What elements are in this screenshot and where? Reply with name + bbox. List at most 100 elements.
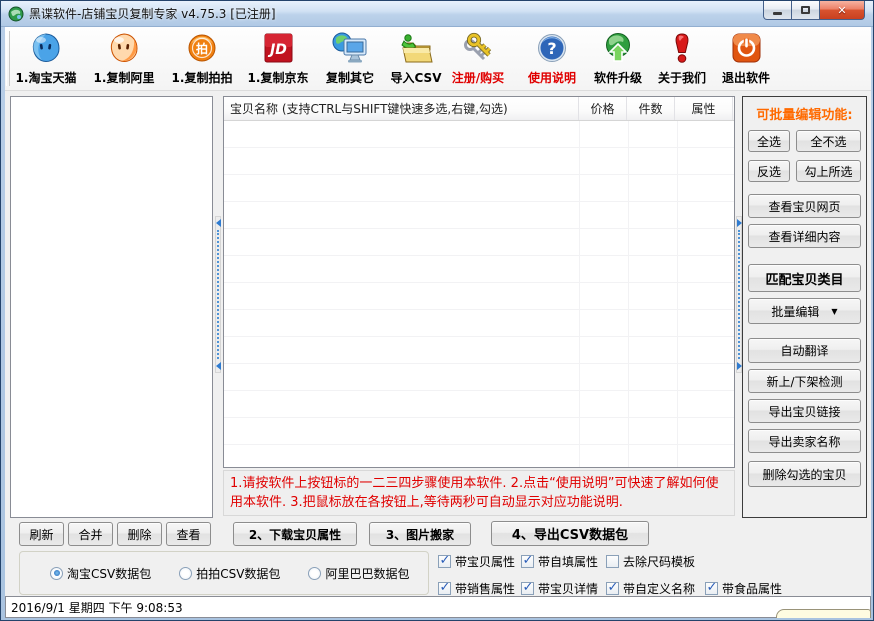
batch-edit-label: 批量编辑 bbox=[771, 304, 820, 319]
column-header-attr[interactable]: 属性 bbox=[675, 97, 733, 120]
checkbox-icon bbox=[606, 555, 619, 568]
toolbar-button-copy-paipai[interactable]: 拍 1.复制拍拍 bbox=[163, 29, 241, 89]
column-attr-label: 属性 bbox=[691, 102, 716, 116]
checkbox-custom-name[interactable]: 带自定义名称 bbox=[606, 580, 695, 597]
checkbox-label: 带宝贝详情 bbox=[538, 582, 599, 596]
toolbar-label: 使用说明 bbox=[527, 71, 576, 85]
toolbar-button-copy-ali[interactable]: 1.复制阿里 bbox=[85, 29, 163, 89]
close-icon: ✕ bbox=[837, 3, 847, 17]
radio-button-icon bbox=[179, 566, 193, 580]
toolbar-label: 软件升级 bbox=[593, 71, 642, 85]
checkbox-item-detail[interactable]: 带宝贝详情 bbox=[521, 580, 598, 597]
checkbox-food-attrs[interactable]: 带食品属性 bbox=[705, 580, 782, 597]
export-links-button[interactable]: 导出宝贝链接 bbox=[748, 399, 861, 423]
select-none-button[interactable]: 全不选 bbox=[796, 130, 861, 152]
auto-translate-button[interactable]: 自动翻译 bbox=[748, 338, 861, 363]
match-category-button[interactable]: 匹配宝贝类目 bbox=[748, 264, 861, 292]
checkbox-label: 带自填属性 bbox=[538, 555, 599, 569]
radio-paipai-csv[interactable]: 拍拍CSV数据包 bbox=[179, 565, 280, 582]
checkbox-sales-attrs[interactable]: 带销售属性 bbox=[438, 580, 515, 597]
chevron-down-icon: ▼ bbox=[831, 306, 838, 316]
checkbox-item-attrs[interactable]: 带宝贝属性 bbox=[438, 553, 515, 570]
left-splitter[interactable] bbox=[214, 96, 222, 518]
radio-taobao-csv[interactable]: 淘宝CSV数据包 bbox=[50, 565, 151, 582]
radio-alibaba[interactable]: 阿里巴巴数据包 bbox=[308, 565, 409, 582]
merge-button[interactable]: 合并 bbox=[68, 522, 113, 546]
column-qty-label: 件数 bbox=[638, 102, 663, 116]
exclamation-icon bbox=[667, 29, 697, 67]
step3-image-move-button[interactable]: 3、图片搬家 bbox=[369, 522, 471, 546]
delete-button[interactable]: 删除 bbox=[117, 522, 162, 546]
view-item-page-button[interactable]: 查看宝贝网页 bbox=[748, 194, 861, 218]
minimize-button[interactable] bbox=[763, 1, 792, 20]
toolbar-button-exit[interactable]: 退出软件 bbox=[707, 29, 785, 89]
checkbox-remove-size-template[interactable]: 去除尺码模板 bbox=[606, 553, 695, 570]
maximize-icon bbox=[801, 6, 810, 14]
question-icon: ? bbox=[535, 29, 569, 67]
splitter-dots bbox=[738, 230, 740, 359]
window-title: 黑谍软件-店铺宝贝复制专家 v4.75.3 [已注册] bbox=[29, 7, 276, 21]
main-toolbar: 1.淘宝天猫 1.复制阿里 拍 1.复制拍拍 JD 1.复制京东 复制其它 导入… bbox=[5, 27, 871, 91]
toolbar-button-taobao-tmall[interactable]: 1.淘宝天猫 bbox=[7, 29, 85, 89]
column-header-name[interactable]: 宝贝名称 (支持CTRL与SHIFT键快速多选,右键,勾选) bbox=[224, 97, 579, 120]
refresh-button[interactable]: 刷新 bbox=[19, 522, 64, 546]
checkbox-self-fill-attrs[interactable]: 带自填属性 bbox=[521, 553, 598, 570]
toolbar-button-register-buy[interactable]: 注册/购买 bbox=[439, 29, 517, 89]
collapse-left-icon bbox=[215, 219, 221, 227]
export-sellers-button[interactable]: 导出卖家名称 bbox=[748, 429, 861, 453]
toolbar-label: 退出软件 bbox=[721, 71, 770, 85]
item-list[interactable]: 宝贝名称 (支持CTRL与SHIFT键快速多选,右键,勾选) 价格 件数 属性 bbox=[223, 96, 735, 468]
shelf-check-button[interactable]: 新上/下架检测 bbox=[748, 369, 861, 393]
tooltip-balloon bbox=[776, 609, 871, 618]
globe-up-arrow-icon bbox=[601, 29, 635, 67]
power-icon bbox=[729, 29, 763, 67]
list-body[interactable] bbox=[224, 121, 734, 467]
export-format-group: 淘宝CSV数据包 拍拍CSV数据包 阿里巴巴数据包 bbox=[19, 551, 429, 595]
sidebar-title: 可批量编辑功能: bbox=[756, 108, 853, 123]
collapse-right-icon bbox=[736, 362, 742, 370]
maximize-button[interactable] bbox=[792, 1, 820, 20]
shop-tree-panel[interactable] bbox=[10, 96, 213, 518]
checkbox-icon bbox=[438, 580, 451, 595]
radio-label: 淘宝CSV数据包 bbox=[67, 566, 152, 581]
column-divider bbox=[677, 121, 678, 467]
toolbar-label: 1.复制阿里 bbox=[93, 71, 155, 85]
close-button[interactable]: ✕ bbox=[820, 1, 865, 20]
client-area: 1.淘宝天猫 1.复制阿里 拍 1.复制拍拍 JD 1.复制京东 复制其它 导入… bbox=[5, 27, 871, 618]
step2-download-attrs-button[interactable]: 2、下载宝贝属性 bbox=[233, 522, 357, 546]
view-detail-button[interactable]: 查看详细内容 bbox=[748, 224, 861, 248]
invert-selection-button[interactable]: 反选 bbox=[748, 160, 790, 182]
jd-icon: JD bbox=[261, 29, 295, 67]
caption-buttons: ✕ bbox=[763, 1, 865, 20]
select-all-button[interactable]: 全选 bbox=[748, 130, 790, 152]
toolbar-label: 复制其它 bbox=[325, 71, 374, 85]
checkbox-icon bbox=[705, 580, 718, 595]
toolbar-label: 导入CSV bbox=[390, 71, 442, 85]
paipai-glyph: 拍 bbox=[196, 41, 208, 56]
ali-wangwang-icon bbox=[106, 29, 142, 67]
batch-edit-dropdown[interactable]: 批量编辑 ▼ bbox=[748, 298, 861, 324]
taobao-wangwang-icon bbox=[28, 29, 64, 67]
column-divider bbox=[628, 121, 629, 467]
radio-button-icon bbox=[308, 566, 322, 580]
batch-edit-sidebar: 可批量编辑功能: 全选 全不选 反选 勾上所选 查看宝贝网页 查看详细内容 匹配… bbox=[742, 96, 867, 518]
check-selected-button[interactable]: 勾上所选 bbox=[796, 160, 861, 182]
title-bar[interactable]: 黑谍软件-店铺宝贝复制专家 v4.75.3 [已注册] ✕ bbox=[1, 1, 873, 27]
radio-label: 阿里巴巴数据包 bbox=[325, 566, 410, 581]
toolbar-button-copy-jd[interactable]: JD 1.复制京东 bbox=[239, 29, 317, 89]
list-header: 宝贝名称 (支持CTRL与SHIFT键快速多选,右键,勾选) 价格 件数 属性 bbox=[224, 97, 734, 121]
left-splitter-handle[interactable] bbox=[215, 216, 221, 373]
column-price-label: 价格 bbox=[590, 102, 615, 116]
app-window: 黑谍软件-店铺宝贝复制专家 v4.75.3 [已注册] ✕ 1.淘宝天猫 1.复… bbox=[0, 0, 874, 621]
column-header-qty[interactable]: 件数 bbox=[627, 97, 675, 120]
toolbar-label: 1.淘宝天猫 bbox=[15, 71, 77, 85]
checkbox-icon bbox=[438, 553, 451, 568]
splitter-dots bbox=[217, 230, 219, 359]
view-button[interactable]: 查看 bbox=[166, 522, 211, 546]
delete-checked-button[interactable]: 删除勾选的宝贝 bbox=[748, 461, 861, 487]
collapse-left-icon bbox=[215, 362, 221, 370]
collapse-right-icon bbox=[736, 219, 742, 227]
column-header-price[interactable]: 价格 bbox=[579, 97, 627, 120]
app-icon bbox=[8, 6, 24, 21]
step4-export-csv-button[interactable]: 4、导出CSV数据包 bbox=[491, 521, 649, 546]
